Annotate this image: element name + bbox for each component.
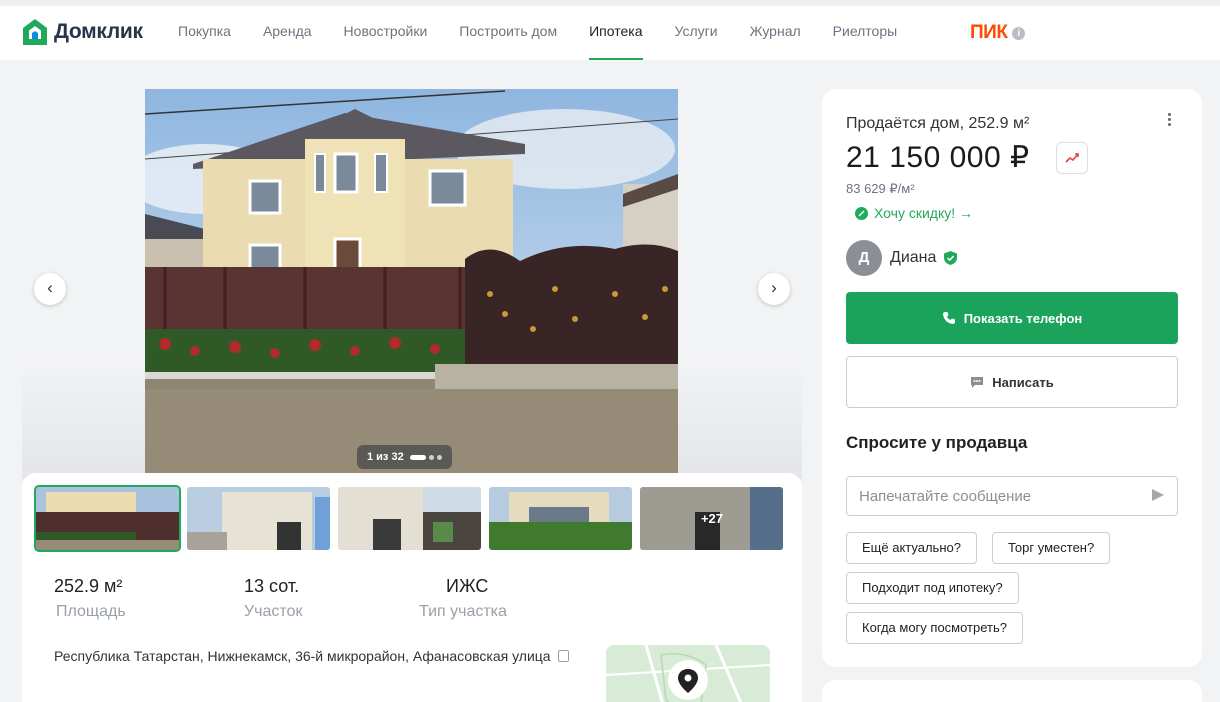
- photo-gallery: ‹ › 1 из 32: [22, 89, 802, 479]
- next-photo-button[interactable]: ›: [758, 273, 790, 305]
- stat-plot-type: ИЖС Тип участка: [419, 576, 619, 621]
- price-per-m2: 83 629 ₽/м²: [846, 181, 915, 196]
- percent-icon: [855, 206, 868, 220]
- nav-item-services[interactable]: Услуги: [659, 6, 734, 60]
- thumbnail-3[interactable]: [338, 487, 481, 550]
- write-message-button[interactable]: Написать: [846, 356, 1178, 408]
- partner-name: ПИК: [970, 22, 1008, 43]
- photo-counter-text: 1 из 32: [367, 451, 404, 463]
- photo-counter: 1 из 32: [357, 445, 452, 469]
- nav-item-mortgage[interactable]: Ипотека: [573, 6, 658, 60]
- nav-item-build-house[interactable]: Построить дом: [443, 6, 573, 60]
- seller-info[interactable]: Д Диана: [846, 240, 958, 276]
- photo-dots: [409, 454, 442, 460]
- discount-link[interactable]: Хочу скидку! →: [855, 205, 973, 221]
- ask-seller-title: Спросите у продавца: [846, 433, 1028, 452]
- stat-plot: 13 сот. Участок: [244, 576, 444, 621]
- trend-up-icon: [1065, 153, 1079, 163]
- quick-question-mortgage[interactable]: Подходит под ипотеку?: [846, 572, 1019, 604]
- nav-item-rent[interactable]: Аренда: [247, 6, 328, 60]
- quick-question-bargain[interactable]: Торг уместен?: [992, 532, 1111, 564]
- thumbnail-5[interactable]: +27: [640, 487, 783, 550]
- show-phone-label: Показать телефон: [963, 310, 1083, 326]
- seller-name: Диана: [890, 249, 937, 266]
- secondary-card: [822, 680, 1202, 702]
- thumbnail-2[interactable]: [187, 487, 330, 550]
- stat-area-value: 252.9 м²: [54, 576, 123, 596]
- write-message-label: Написать: [992, 374, 1054, 390]
- offer-card: Продаётся дом, 252.9 м² 21 150 000 ₽ 83 …: [822, 89, 1202, 667]
- main-nav: Покупка Аренда Новостройки Построить дом…: [178, 6, 913, 60]
- info-icon[interactable]: i: [1012, 26, 1026, 40]
- address-text: Республика Татарстан, Нижнекамск, 36-й м…: [54, 648, 551, 664]
- chat-icon: [971, 376, 984, 388]
- thumbnail-4[interactable]: [489, 487, 632, 550]
- copy-icon[interactable]: [558, 650, 570, 662]
- stat-plot-type-value: ИЖС: [446, 576, 489, 596]
- logo-house-icon: [22, 18, 48, 46]
- price: 21 150 000 ₽: [846, 141, 1030, 174]
- stat-area-label: Площадь: [56, 603, 126, 620]
- message-input[interactable]: [846, 476, 1178, 516]
- thumbnail-strip: +27: [34, 485, 783, 552]
- show-phone-button[interactable]: Показать телефон: [846, 292, 1178, 344]
- stat-plot-type-label: Тип участка: [419, 603, 507, 620]
- send-icon[interactable]: [1152, 489, 1164, 501]
- listing-address: Республика Татарстан, Нижнекамск, 36-й м…: [54, 648, 574, 664]
- main-photo[interactable]: [145, 89, 678, 473]
- nav-item-new-buildings[interactable]: Новостройки: [328, 6, 444, 60]
- photo-dot: [428, 454, 434, 460]
- top-navigation: Домклик Покупка Аренда Новостройки Постр…: [0, 0, 1220, 60]
- map-preview[interactable]: [606, 645, 770, 702]
- photo-dot-active: [409, 454, 426, 460]
- more-photos-count: +27: [700, 511, 723, 526]
- nav-item-purchase[interactable]: Покупка: [178, 6, 247, 60]
- price-history-button[interactable]: [1056, 142, 1088, 174]
- listing-title: Продаётся дом, 252.9 м²: [846, 115, 1030, 132]
- verified-shield-icon: [944, 251, 958, 265]
- nav-item-journal[interactable]: Журнал: [734, 6, 817, 60]
- more-options-icon[interactable]: [1168, 113, 1172, 128]
- site-logo[interactable]: Домклик: [22, 18, 143, 46]
- stat-plot-label: Участок: [244, 603, 303, 620]
- phone-icon: [942, 312, 955, 324]
- photo-dot: [436, 454, 442, 460]
- partner-logo[interactable]: ПИК i: [970, 22, 1026, 44]
- nav-item-realtors[interactable]: Риелторы: [817, 6, 914, 60]
- previous-photo-button[interactable]: ‹: [34, 273, 66, 305]
- stat-plot-value: 13 сот.: [244, 576, 300, 596]
- stat-area: 252.9 м² Площадь: [54, 576, 254, 621]
- discount-link-label: Хочу скидку! →: [874, 205, 974, 221]
- avatar: Д: [846, 240, 882, 276]
- thumbnail-1[interactable]: [34, 485, 181, 552]
- logo-text: Домклик: [54, 20, 143, 43]
- quick-question-still-actual[interactable]: Ещё актуально?: [846, 532, 977, 564]
- quick-question-viewing[interactable]: Когда могу посмотреть?: [846, 612, 1023, 644]
- listing-details-card: +27 252.9 м² Площадь 13 сот. Участок ИЖС…: [22, 473, 802, 702]
